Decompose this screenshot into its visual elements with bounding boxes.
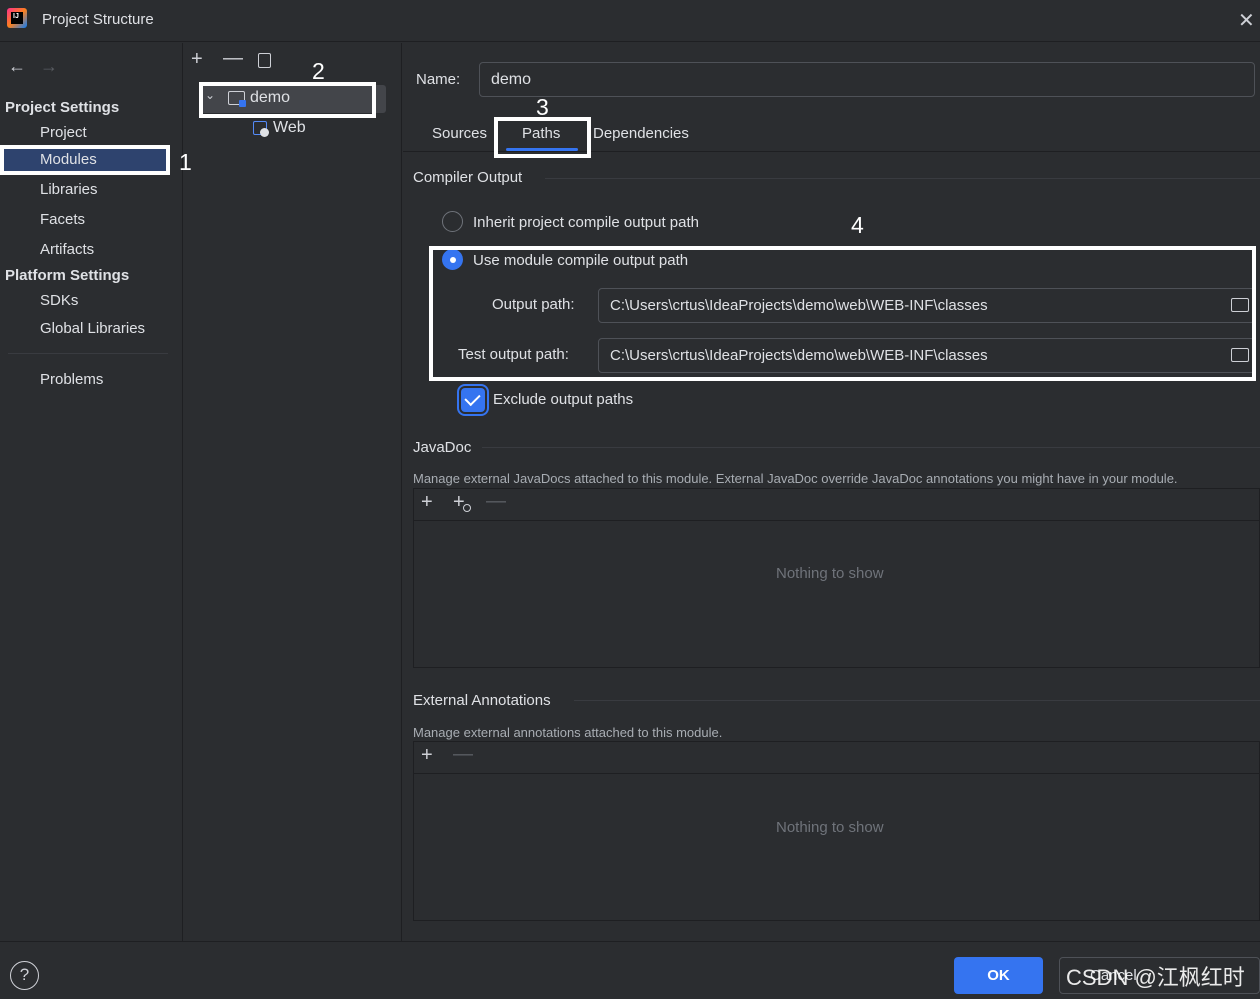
title-bar: [0, 0, 1260, 42]
copy-icon[interactable]: [258, 53, 271, 68]
sidebar-item-problems[interactable]: Problems: [40, 371, 103, 388]
intellij-logo-icon: IJ: [7, 8, 27, 28]
exclude-output-checkbox[interactable]: [461, 388, 485, 412]
globe-icon: [463, 504, 471, 512]
help-icon[interactable]: ?: [10, 961, 39, 990]
external-annotations-empty-text: Nothing to show: [776, 819, 884, 836]
sidebar-item-artifacts[interactable]: Artifacts: [40, 241, 94, 258]
close-icon[interactable]: ✕: [1238, 8, 1255, 33]
annotation-box-3: [494, 117, 591, 158]
back-arrow-icon[interactable]: ←: [8, 56, 26, 77]
add-icon[interactable]: +: [191, 48, 203, 71]
forward-arrow-icon: →: [40, 56, 58, 76]
external-annotations-divider: [574, 700, 1260, 701]
tree-item-web[interactable]: Web: [273, 119, 306, 137]
annotation-number-2: 2: [312, 58, 325, 84]
external-annotations-title: External Annotations: [413, 692, 551, 709]
javadoc-empty-text: Nothing to show: [776, 565, 884, 582]
add-icon[interactable]: +: [421, 491, 433, 514]
name-label: Name:: [416, 71, 461, 88]
annotation-number-4: 4: [851, 212, 864, 238]
tab-sources[interactable]: Sources: [432, 125, 487, 142]
remove-icon: —: [453, 743, 473, 765]
annotation-box-1: [0, 145, 170, 175]
sidebar-item-sdks[interactable]: SDKs: [40, 292, 78, 309]
settings-sidebar: [0, 43, 183, 941]
annotation-box-4: [429, 246, 1256, 381]
javadoc-divider: [482, 447, 1260, 448]
sidebar-item-facets[interactable]: Facets: [40, 211, 85, 228]
window-title: Project Structure: [42, 11, 154, 28]
csdn-watermark: CSDN @江枫红时: [1066, 965, 1245, 990]
annotation-number-3: 3: [536, 94, 549, 120]
module-name-input[interactable]: demo: [479, 62, 1255, 97]
add-icon[interactable]: +: [421, 744, 433, 767]
ok-button[interactable]: OK: [954, 957, 1043, 994]
sidebar-item-global-libraries[interactable]: Global Libraries: [40, 320, 145, 337]
external-annotations-description: Manage external annotations attached to …: [413, 725, 723, 740]
inherit-output-radio[interactable]: [442, 211, 463, 232]
remove-icon: —: [486, 490, 506, 512]
javadoc-description: Manage external JavaDocs attached to thi…: [413, 471, 1178, 486]
platform-settings-header: Platform Settings: [5, 267, 130, 284]
inherit-output-label[interactable]: Inherit project compile output path: [473, 214, 699, 231]
project-settings-header: Project Settings: [5, 99, 120, 116]
remove-icon[interactable]: —: [223, 47, 243, 70]
javadoc-toolbar: [414, 489, 1260, 521]
tab-dependencies[interactable]: Dependencies: [593, 125, 689, 142]
javadoc-title: JavaDoc: [413, 439, 472, 456]
sidebar-divider: [8, 353, 168, 354]
annotation-box-2: [199, 82, 376, 118]
globe-icon: [260, 128, 269, 137]
sidebar-item-project[interactable]: Project: [40, 124, 87, 141]
external-annotations-toolbar: [414, 742, 1260, 774]
compiler-output-divider: [545, 178, 1260, 179]
compiler-output-title: Compiler Output: [413, 169, 523, 186]
annotation-number-1: 1: [179, 149, 192, 175]
sidebar-item-libraries[interactable]: Libraries: [40, 181, 98, 198]
exclude-output-label[interactable]: Exclude output paths: [493, 391, 633, 408]
module-tree-panel: [184, 43, 402, 941]
